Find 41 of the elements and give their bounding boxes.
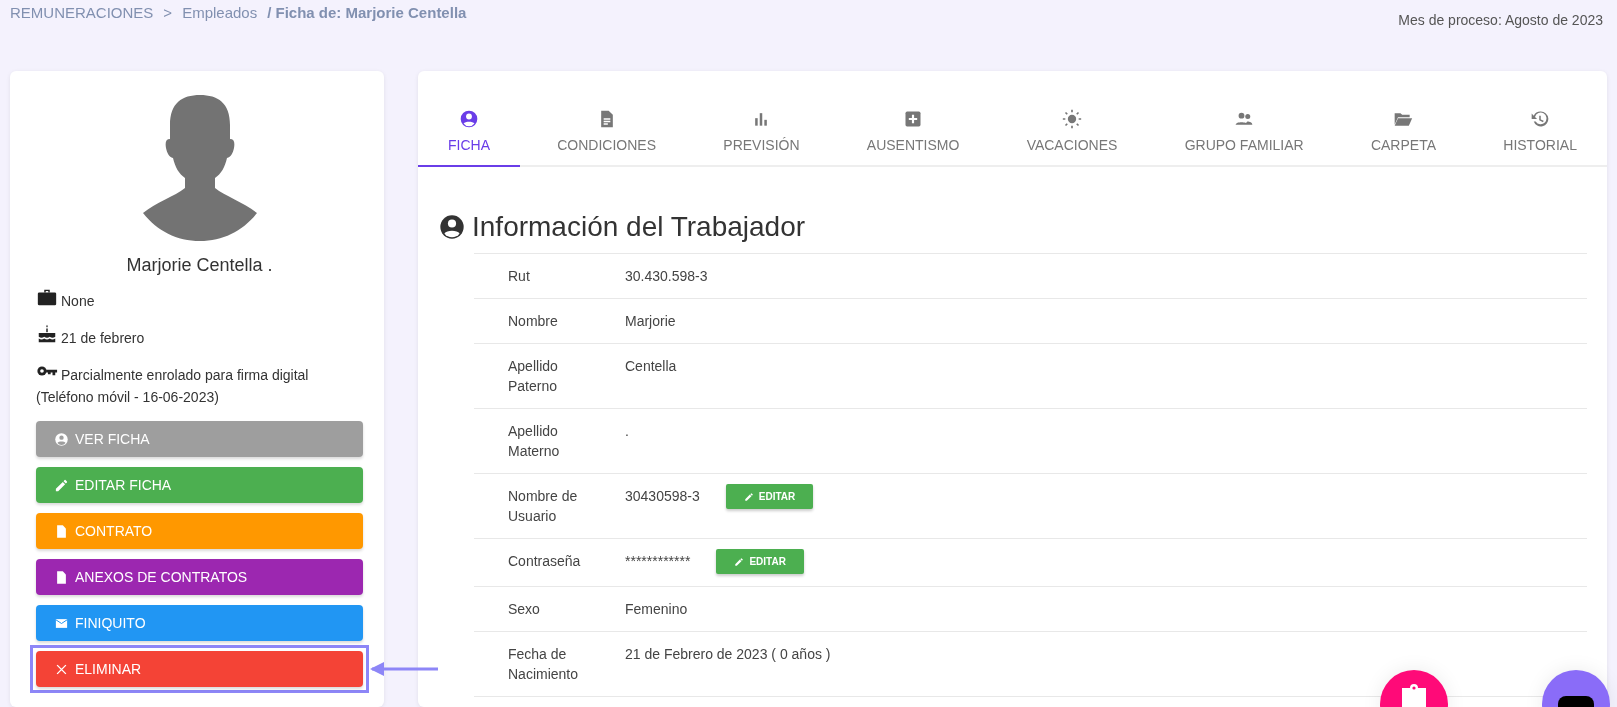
field-value: Centella (625, 357, 677, 376)
field-label: Rut (508, 267, 531, 286)
breadcrumb-link[interactable]: REMUNERACIONES (10, 4, 154, 21)
field-value: Femenino (625, 600, 688, 619)
action-button[interactable]: FINIQUITO (36, 605, 363, 641)
field-label: Apellido Paterno (508, 357, 559, 396)
field-value: . (625, 422, 629, 441)
action-button[interactable]: VER FICHA (36, 421, 363, 457)
tab[interactable]: FICHA (418, 101, 520, 167)
action-button[interactable]: EDITAR FICHA (36, 467, 363, 503)
action-button[interactable]: ANEXOS DE CONTRATOS (36, 559, 363, 595)
tab[interactable]: AUSENTISMO (836, 101, 990, 167)
field-value: 30430598-3 (625, 487, 700, 506)
employee-detail: Parcialmente enrolado para firma digital (Teléfono móvil - 16-06-2023) (36, 360, 363, 407)
process-month: Mes de proceso: Agosto de 2023 (1398, 12, 1603, 30)
action-button[interactable]: ELIMINAR (36, 651, 363, 687)
employee-detail: None (36, 286, 363, 313)
tab[interactable]: VACACIONES (996, 101, 1148, 167)
breadcrumb-link[interactable]: Empleados (182, 4, 258, 21)
field-value: 30.430.598-3 (625, 267, 708, 286)
field-label: Contraseña (508, 552, 582, 571)
tab[interactable]: CARPETA (1340, 101, 1466, 167)
edit-button[interactable]: EDITAR (725, 484, 814, 509)
breadcrumb-separator: > (163, 4, 173, 21)
field-label: Apellido Materno (508, 422, 561, 461)
field-label: Fecha de Nacimiento (508, 645, 580, 684)
section-title: Información del Trabajador (472, 211, 806, 243)
field-label: Sexo (508, 600, 541, 619)
field-value: Marjorie (625, 312, 676, 331)
tab[interactable]: GRUPO FAMILIAR (1154, 101, 1334, 167)
field-label: Nombre de Usuario (508, 487, 579, 526)
field-value: ************ (625, 552, 691, 571)
employee-name: Marjorie Centella . (125, 255, 274, 276)
field-value: 21 de Febrero de 2023 ( 0 años ) (625, 645, 831, 664)
tab[interactable]: HISTORIAL (1473, 101, 1607, 167)
employee-detail: 21 de febrero (36, 323, 363, 350)
breadcrumb-current: / Ficha de: Marjorie Centella (267, 4, 467, 21)
field-label: Nombre (508, 312, 559, 331)
tab[interactable]: PREVISIÓN (693, 101, 830, 167)
tab[interactable]: CONDICIONES (527, 101, 687, 167)
edit-button[interactable]: EDITAR (716, 549, 804, 574)
